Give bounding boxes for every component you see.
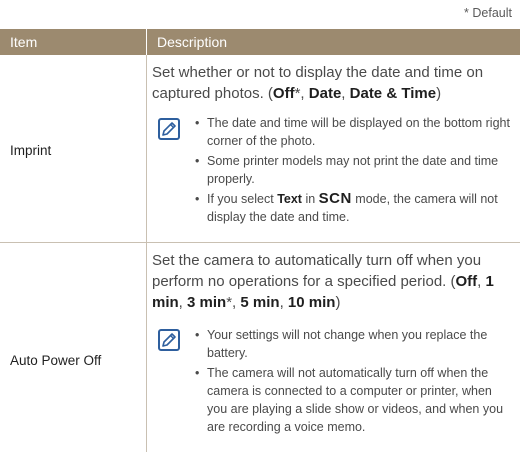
item-label: Auto Power Off	[10, 353, 102, 368]
scn-mode-label: SCN	[318, 190, 352, 207]
table-row-imprint: Imprint Set whether or not to display th…	[0, 55, 520, 243]
list-item: Some printer models may not print the da…	[193, 152, 515, 188]
list-item: If you select Text in SCN mode, the came…	[193, 190, 515, 226]
list-item: The date and time will be displayed on t…	[193, 114, 515, 150]
table-row-auto-power-off: Auto Power Off Set the camera to automat…	[0, 244, 520, 452]
note-list: The date and time will be displayed on t…	[193, 114, 515, 228]
default-footnote: * Default	[464, 6, 512, 20]
header-item: Item	[10, 34, 38, 50]
description-text: Set whether or not to display the date a…	[152, 64, 484, 102]
description-text: Set the camera to automatically turn off…	[152, 252, 494, 311]
note-pencil-icon	[158, 118, 180, 140]
item-label: Imprint	[10, 143, 52, 158]
list-item: The camera will not automatically turn o…	[193, 364, 515, 436]
note-list: Your settings will not change when you r…	[193, 326, 515, 438]
table-header: Item Description	[0, 29, 520, 55]
list-item: Your settings will not change when you r…	[193, 326, 515, 362]
header-description: Description	[146, 29, 520, 55]
note-pencil-icon	[158, 329, 180, 351]
